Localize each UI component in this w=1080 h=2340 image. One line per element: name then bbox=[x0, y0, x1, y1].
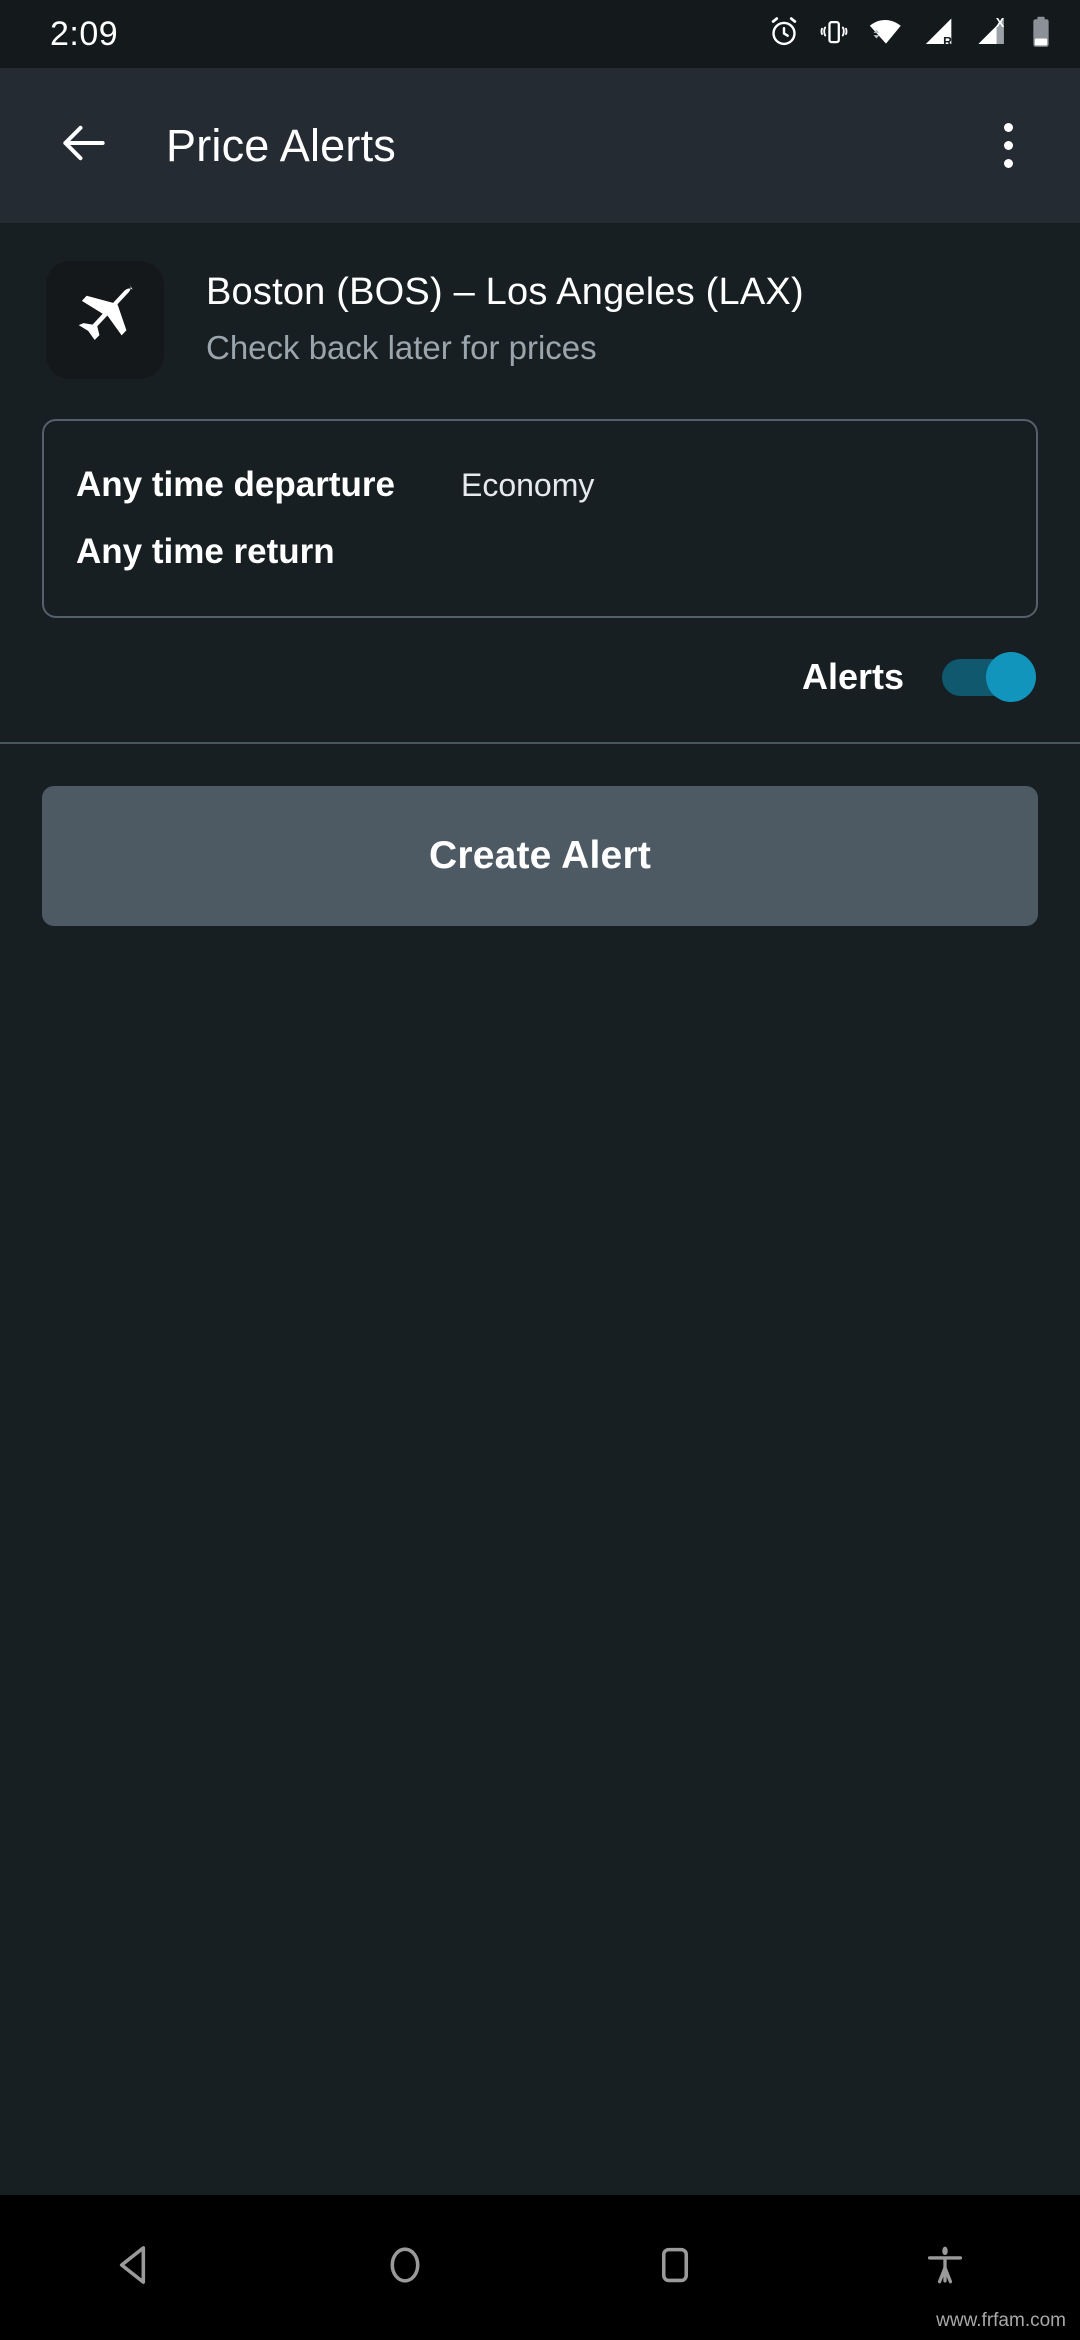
watermark: www.frfam.com bbox=[936, 2310, 1066, 2331]
return-time-label: Any time return bbox=[76, 532, 335, 571]
nav-back-button[interactable] bbox=[0, 2195, 270, 2340]
nav-recents-icon bbox=[650, 2240, 700, 2295]
flight-text-block: Boston (BOS) – Los Angeles (LAX) Check b… bbox=[206, 261, 804, 367]
nav-back-icon bbox=[110, 2240, 160, 2295]
nav-home-icon bbox=[380, 2240, 430, 2295]
back-button[interactable] bbox=[46, 108, 122, 184]
status-bar-icons: R X bbox=[767, 15, 1052, 54]
flight-price-status: Check back later for prices bbox=[206, 329, 597, 366]
status-bar-time: 2:09 bbox=[50, 14, 119, 53]
departure-time-label: Any time departure bbox=[76, 465, 395, 504]
flight-alert-item[interactable]: Boston (BOS) – Los Angeles (LAX) Check b… bbox=[0, 223, 1080, 379]
svg-text:R: R bbox=[943, 34, 952, 48]
nav-accessibility-icon bbox=[920, 2240, 970, 2295]
airplane-icon bbox=[68, 281, 142, 360]
alerts-toggle-row: Alerts bbox=[0, 618, 1080, 702]
more-vert-icon-dot3 bbox=[1003, 159, 1013, 168]
status-bar: 2:09 R X bbox=[0, 0, 1080, 68]
arrow-back-icon bbox=[56, 115, 112, 176]
departure-line: Any time departure Economy bbox=[76, 465, 1036, 505]
signal-roaming-icon: R bbox=[922, 15, 958, 54]
alerts-toggle-thumb bbox=[986, 652, 1036, 702]
return-line: Any time return bbox=[76, 532, 1036, 572]
vibrate-icon bbox=[818, 16, 850, 53]
app-bar: Price Alerts bbox=[0, 68, 1080, 223]
phone-screen: 2:09 R X Price Alerts Boston (BOS) – Los… bbox=[0, 0, 1080, 2340]
overflow-menu-button[interactable] bbox=[970, 108, 1046, 184]
create-alert-button[interactable]: Create Alert bbox=[42, 786, 1038, 926]
battery-icon bbox=[1030, 15, 1052, 54]
cabin-class-label: Economy bbox=[460, 467, 595, 503]
create-alert-button-label: Create Alert bbox=[428, 834, 652, 877]
signal-x-icon: X bbox=[975, 15, 1013, 54]
wifi-icon bbox=[867, 15, 905, 54]
section-divider bbox=[0, 742, 1080, 744]
svg-text:X: X bbox=[996, 15, 1005, 30]
flight-route-title: Boston (BOS) – Los Angeles (LAX) bbox=[206, 271, 804, 313]
alerts-toggle[interactable] bbox=[942, 652, 1036, 702]
alert-details-box[interactable]: Any time departure Economy Any time retu… bbox=[42, 419, 1038, 618]
nav-recents-button[interactable] bbox=[540, 2195, 810, 2340]
page-title: Price Alerts bbox=[166, 119, 396, 171]
android-navigation-bar: www.frfam.com bbox=[0, 2195, 1080, 2340]
alarm-icon bbox=[767, 15, 801, 54]
main-content: Boston (BOS) – Los Angeles (LAX) Check b… bbox=[0, 223, 1080, 2340]
flight-icon-tile bbox=[46, 261, 164, 379]
more-vert-icon bbox=[1003, 123, 1013, 132]
alerts-label: Alerts bbox=[801, 656, 904, 697]
more-vert-icon-dot2 bbox=[1003, 141, 1013, 150]
nav-home-button[interactable] bbox=[270, 2195, 540, 2340]
